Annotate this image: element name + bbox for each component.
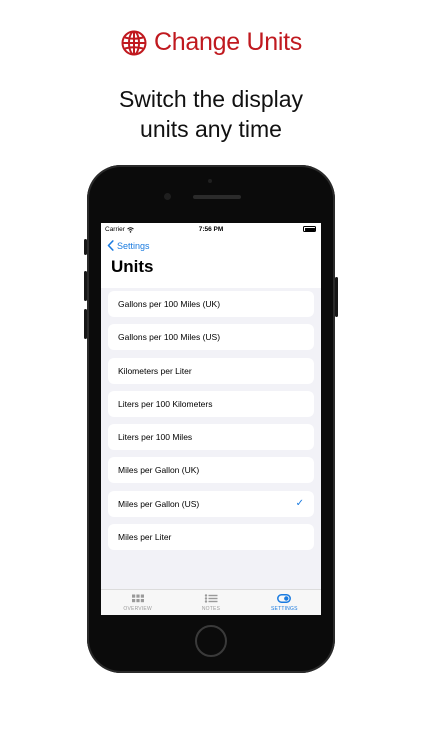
tab-settings[interactable]: SETTINGS xyxy=(248,590,321,615)
tab-bar: OVERVIEW NOTES SETTINGS xyxy=(101,589,321,615)
status-bar: Carrier 7:56 PM xyxy=(101,223,321,236)
back-label: Settings xyxy=(117,240,150,251)
battery-icon xyxy=(303,226,316,232)
checkmark-icon: ✓ xyxy=(295,498,304,510)
unit-option-label: Gallons per 100 Miles (US) xyxy=(118,332,221,343)
unit-option-label: Miles per Gallon (US) xyxy=(118,498,200,509)
subtitle-line-2: units any time xyxy=(140,116,282,142)
headline-title: Change Units xyxy=(154,28,302,56)
unit-option-label: Liters per 100 Miles xyxy=(118,432,193,443)
phone-screen: Carrier 7:56 PM Settings Units Gallons p… xyxy=(101,223,321,615)
phone-frame: Carrier 7:56 PM Settings Units Gallons p… xyxy=(84,165,338,673)
unit-option-label: Miles per Gallon (UK) xyxy=(118,465,200,476)
unit-option-miles-per-gallon-uk[interactable]: Miles per Gallon (UK) xyxy=(108,457,314,484)
power-button xyxy=(335,277,338,317)
page-title: Units xyxy=(111,257,154,276)
back-button[interactable]: Settings xyxy=(107,240,150,251)
unit-option-kilometers-per-liter[interactable]: Kilometers per Liter xyxy=(108,357,314,384)
mute-switch xyxy=(84,239,87,255)
volume-down-button xyxy=(84,309,87,339)
list-icon xyxy=(204,594,218,603)
grid-icon xyxy=(131,594,144,603)
proximity-sensor xyxy=(208,179,212,183)
front-camera xyxy=(164,193,171,200)
tab-notes[interactable]: NOTES xyxy=(174,590,247,615)
earpiece-speaker xyxy=(193,195,241,199)
unit-option-label: Kilometers per Liter xyxy=(118,365,192,376)
status-time: 7:56 PM xyxy=(198,226,224,233)
unit-option-gallons-per-100-miles-uk[interactable]: Gallons per 100 Miles (UK) xyxy=(108,291,314,317)
home-button[interactable] xyxy=(195,625,227,657)
subtitle-line-1: Switch the display xyxy=(118,86,304,112)
unit-option-label: Miles per Liter xyxy=(118,532,172,543)
toggle-icon xyxy=(277,594,292,603)
unit-option-label: Gallons per 100 Miles (UK) xyxy=(118,299,221,309)
unit-option-liters-per-100-kilometers[interactable]: Liters per 100 Kilometers xyxy=(108,390,314,417)
units-list: Gallons per 100 Miles (UK) Gallons per 1… xyxy=(108,291,314,557)
tab-overview[interactable]: OVERVIEW xyxy=(101,590,174,615)
unit-option-liters-per-100-miles[interactable]: Liters per 100 Miles xyxy=(108,424,314,451)
navigation-bar: Settings Units xyxy=(101,236,321,288)
volume-up-button xyxy=(84,271,87,301)
unit-option-label: Liters per 100 Kilometers xyxy=(118,398,213,409)
unit-option-gallons-per-100-miles-us[interactable]: Gallons per 100 Miles (US) xyxy=(108,324,314,351)
headline: Change Units xyxy=(0,28,422,57)
unit-option-miles-per-gallon-us[interactable]: Miles per Gallon (US) ✓ xyxy=(108,490,314,517)
chevron-left-icon xyxy=(107,240,114,251)
globe-icon xyxy=(121,30,147,55)
subtitle: Switch the display units any time xyxy=(0,84,422,144)
tab-label: OVERVIEW xyxy=(123,606,152,612)
tab-label: SETTINGS xyxy=(271,606,298,612)
unit-option-miles-per-liter[interactable]: Miles per Liter xyxy=(108,524,314,551)
tab-label: NOTES xyxy=(201,606,221,612)
